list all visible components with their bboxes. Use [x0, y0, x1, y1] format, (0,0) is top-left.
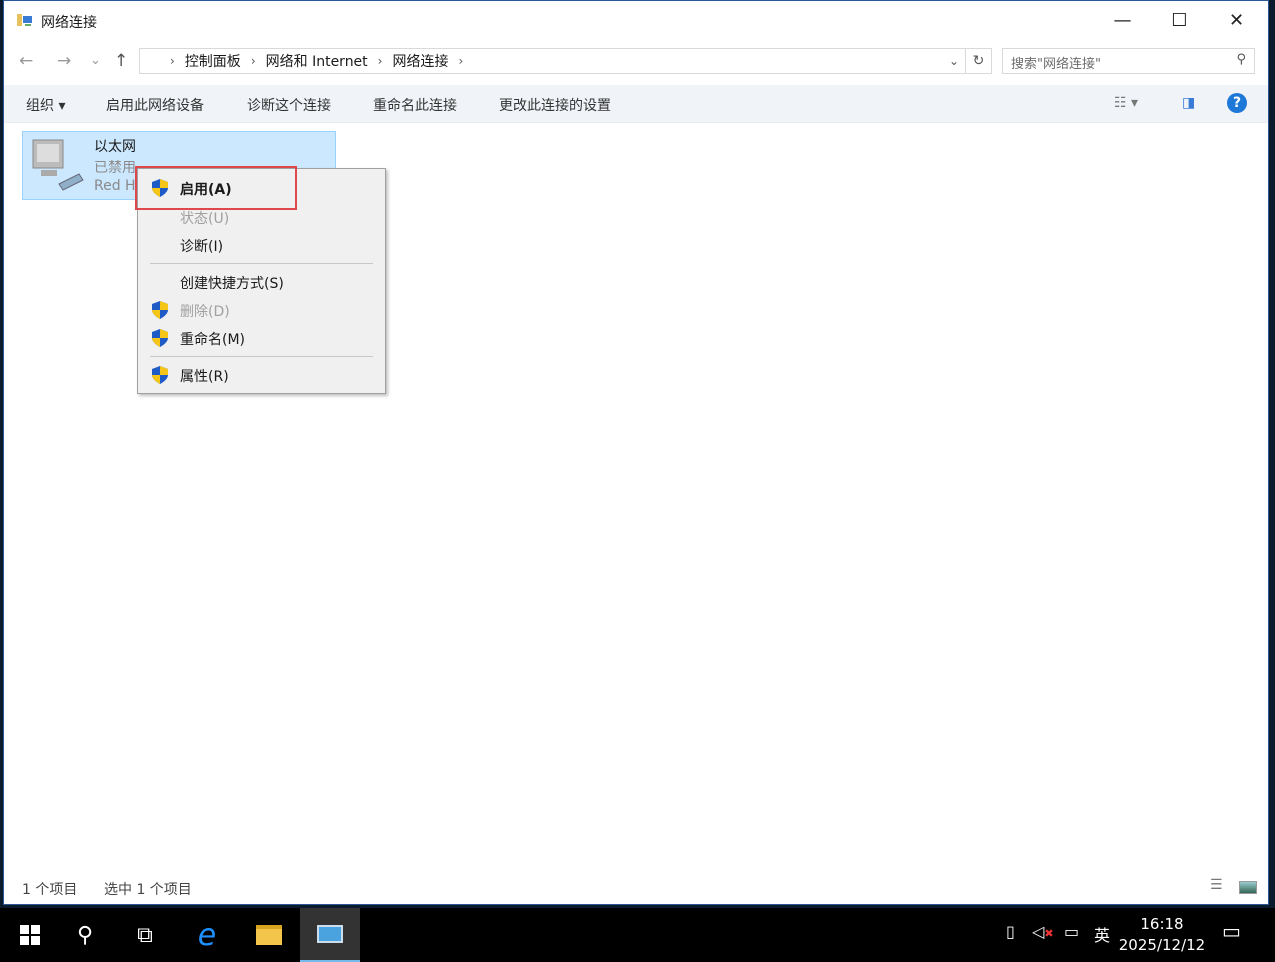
command-bar: 组织 ▾ 启用此网络设备 诊断这个连接 重命名此连接 更改此连接的设置 ☷ ▾ … [4, 85, 1268, 123]
breadcrumb-network-internet[interactable]: 网络和 Internet [266, 51, 368, 71]
menu-item-create-shortcut[interactable]: 创建快捷方式(S) [138, 269, 385, 295]
menu-item-rename[interactable]: 重命名(M) [138, 325, 385, 351]
menu-separator [150, 263, 373, 264]
preview-pane-icon[interactable]: ◨ [1182, 95, 1195, 111]
uac-shield-icon [152, 301, 168, 319]
help-icon[interactable]: ? [1227, 93, 1247, 113]
breadcrumb-control-panel[interactable]: 控制面板 [185, 51, 241, 71]
file-explorer-icon[interactable] [239, 908, 299, 962]
clock[interactable]: 16:18 2025/12/12 [1114, 914, 1210, 956]
change-settings-button[interactable]: 更改此连接的设置 [499, 95, 611, 115]
forward-button[interactable]: → [57, 51, 71, 71]
organize-button[interactable]: 组织 ▾ [26, 95, 65, 115]
up-button[interactable]: ↑ [114, 51, 128, 71]
recent-locations-button[interactable]: ⌄ [90, 53, 101, 68]
task-view-icon[interactable]: ⧉ [115, 908, 175, 962]
title-bar: 网络连接 — ☐ ✕ [4, 1, 1268, 41]
maximize-button[interactable]: ☐ [1151, 1, 1208, 39]
address-dropdown-icon[interactable]: ⌄ [949, 54, 959, 68]
enable-device-button[interactable]: 启用此网络设备 [106, 95, 204, 115]
close-button[interactable]: ✕ [1208, 1, 1265, 39]
search-input[interactable]: 搜索"网络连接" ⚲ [1002, 48, 1255, 74]
search-icon: ⚲ [1236, 52, 1246, 67]
network-folder-icon [17, 14, 32, 26]
connection-status: 已禁用 [94, 160, 136, 176]
network-icon[interactable]: ▭ [1064, 922, 1079, 941]
diagnose-button[interactable]: 诊断这个连接 [247, 95, 331, 115]
taskbar: ⚲ ⧉ e ▯ ◁✖ ▭ 英 16:18 2025/12/12 ▭ [0, 908, 1275, 962]
menu-item-diagnose[interactable]: 诊断(I) [138, 232, 385, 258]
refresh-button[interactable]: ↻ [966, 48, 992, 74]
volume-muted-icon[interactable]: ◁✖ [1032, 922, 1054, 941]
address-bar[interactable]: › 控制面板 › 网络和 Internet › 网络连接 › ⌄ [139, 48, 966, 74]
window-title: 网络连接 [41, 15, 97, 31]
start-button[interactable] [0, 908, 60, 962]
windows-logo-icon [20, 925, 40, 945]
search-icon[interactable]: ⚲ [55, 908, 115, 962]
search-placeholder: 搜索"网络连接" [1011, 57, 1101, 72]
network-adapter-icon [32, 139, 84, 191]
navigation-bar: ← → ⌄ ↑ › 控制面板 › 网络和 Internet › 网络连接 › ⌄ ↻ … [4, 47, 1268, 77]
selected-count: 选中 1 个项目 [104, 882, 192, 898]
item-count: 1 个项目 [22, 882, 78, 898]
notification-icon[interactable]: ▭ [1222, 919, 1241, 943]
minimize-button[interactable]: — [1094, 1, 1151, 39]
uac-shield-icon [152, 366, 168, 384]
view-options-icon[interactable]: ☷ ▾ [1114, 95, 1138, 111]
highlight-box [135, 166, 297, 210]
menu-item-delete[interactable]: 删除(D) [138, 297, 385, 323]
breadcrumb-network-connections[interactable]: 网络连接 [392, 51, 448, 71]
ime-indicator[interactable]: 英 [1094, 922, 1110, 946]
rename-button[interactable]: 重命名此连接 [373, 95, 457, 115]
uac-shield-icon [152, 329, 168, 347]
connection-name: 以太网 [94, 139, 136, 155]
status-bar: 1 个项目 选中 1 个项目 ☰ [4, 875, 1268, 903]
date: 2025/12/12 [1118, 936, 1206, 954]
back-button[interactable]: ← [19, 51, 33, 71]
network-connections-window: 网络连接 — ☐ ✕ ← → ⌄ ↑ › 控制面板 › 网络和 Internet ›… [3, 0, 1269, 905]
menu-separator [150, 356, 373, 357]
details-view-icon[interactable]: ☰ [1210, 877, 1223, 893]
internet-explorer-icon[interactable]: e [177, 908, 237, 962]
network-connections-taskbar-icon[interactable] [300, 908, 360, 962]
large-icons-view-icon[interactable] [1239, 881, 1257, 894]
menu-item-properties[interactable]: 属性(R) [138, 362, 385, 388]
time: 16:18 [1140, 915, 1184, 933]
connection-device: Red H [94, 178, 136, 194]
usb-icon[interactable]: ▯ [1006, 922, 1015, 941]
